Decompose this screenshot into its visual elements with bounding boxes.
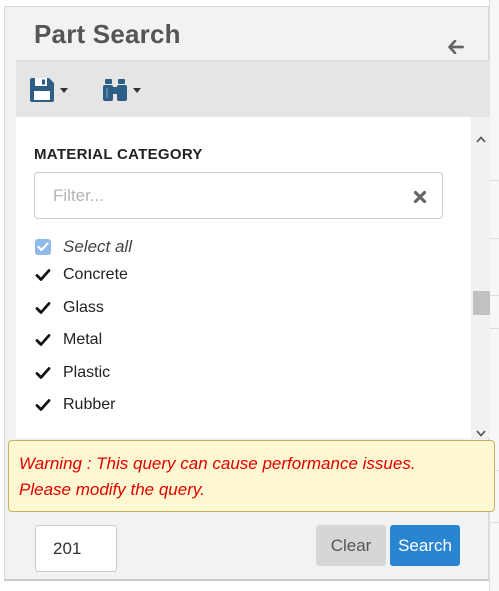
checkmark-icon xyxy=(35,300,51,316)
chevron-up-icon xyxy=(475,135,486,143)
search-button[interactable]: Search xyxy=(390,525,460,566)
checkbox-glass[interactable]: Glass xyxy=(35,299,104,317)
warning-line: Please modify the query. xyxy=(19,480,205,499)
checkmark-icon xyxy=(35,397,51,413)
chevron-down-icon xyxy=(475,429,486,437)
chevron-down-icon xyxy=(60,87,68,93)
checkbox-icon xyxy=(35,239,51,255)
arrow-left-icon xyxy=(448,40,464,54)
toolbar xyxy=(16,60,490,117)
filter-content-area: MATERIAL CATEGORY Select all Concrete Gl… xyxy=(16,117,490,438)
checkbox-plastic[interactable]: Plastic xyxy=(35,364,110,382)
collapse-panel-button[interactable] xyxy=(446,37,466,57)
warning-message: Warning : This query can cause performan… xyxy=(8,440,495,512)
vertical-scrollbar[interactable] xyxy=(471,117,490,438)
checkmark-icon xyxy=(35,365,51,381)
checkbox-metal[interactable]: Metal xyxy=(35,331,102,349)
warning-line: Warning : This query can cause performan… xyxy=(19,454,416,473)
part-search-panel: Part Search MATERIAL CATEGORY Filter... … xyxy=(4,6,495,581)
checkbox-rubber[interactable]: Rubber xyxy=(35,396,115,414)
filter-field xyxy=(34,172,443,219)
list-item-label: Rubber xyxy=(63,396,116,413)
select-all-checkbox[interactable]: Select all xyxy=(35,237,132,257)
list-item-label: Glass xyxy=(63,299,104,316)
chevron-down-icon xyxy=(133,87,141,93)
panel-title: Part Search xyxy=(34,19,181,49)
scrollbar-thumb[interactable] xyxy=(473,291,490,315)
select-all-label: Select all xyxy=(63,237,132,256)
binoculars-icon xyxy=(103,79,127,101)
scroll-down-button[interactable] xyxy=(471,425,490,438)
filter-input[interactable] xyxy=(36,174,396,217)
clear-button[interactable]: Clear xyxy=(316,525,386,566)
list-item-label: Concrete xyxy=(63,266,128,283)
checkmark-icon xyxy=(35,332,51,348)
list-item-label: Plastic xyxy=(63,364,111,381)
save-menu-button[interactable] xyxy=(29,75,68,105)
floppy-disk-icon xyxy=(30,78,54,102)
search-menu-button[interactable] xyxy=(102,75,141,105)
section-label: MATERIAL CATEGORY xyxy=(34,146,203,163)
clear-filter-icon[interactable] xyxy=(413,190,427,204)
panel-header: Part Search xyxy=(5,7,488,60)
list-item-label: Metal xyxy=(63,331,103,348)
scroll-up-button[interactable] xyxy=(471,131,490,147)
checkbox-concrete[interactable]: Concrete xyxy=(35,266,128,284)
result-count-field[interactable]: 201 xyxy=(35,525,117,572)
checkmark-icon xyxy=(35,267,51,283)
